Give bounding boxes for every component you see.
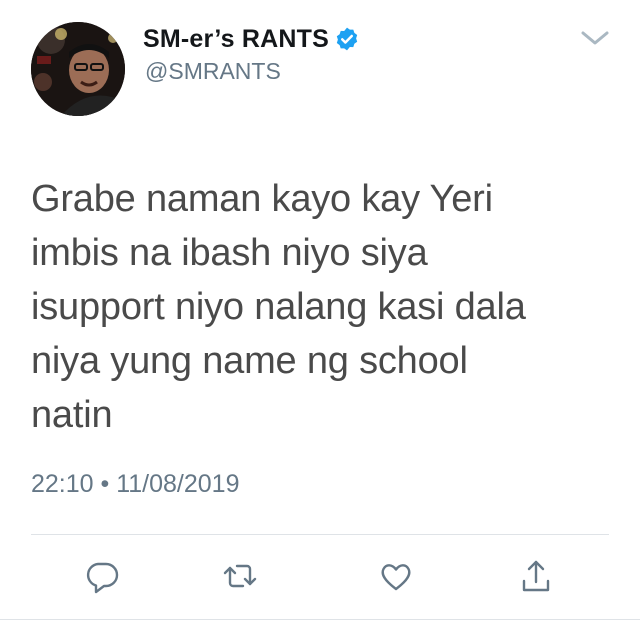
tweet-card: SM-er’s RANTS @SMRANTS Grabe naman kayo …	[0, 0, 640, 625]
avatar[interactable]	[31, 22, 125, 116]
tweet-text: Grabe naman kayo kay Yeri imbis na ibash…	[31, 172, 611, 442]
avatar-image	[31, 22, 125, 116]
bottom-divider	[0, 619, 640, 620]
display-name-text: SM-er’s RANTS	[143, 25, 329, 53]
tweet-actions	[0, 556, 640, 606]
reply-icon	[86, 562, 119, 594]
tweet-text-line: Grabe naman kayo kay Yeri	[31, 178, 493, 220]
display-name[interactable]: SM-er’s RANTS	[143, 22, 360, 56]
share-icon	[522, 560, 550, 592]
verified-badge-icon	[334, 26, 360, 52]
reply-button[interactable]	[82, 556, 122, 596]
tweet-text-line: isupport niyo nalang kasi dala	[31, 286, 526, 328]
tweet-text-line: natin	[31, 394, 113, 436]
retweet-button[interactable]	[220, 556, 260, 596]
like-button[interactable]	[376, 556, 416, 596]
share-button[interactable]	[516, 556, 556, 596]
tweet-text-line: imbis na ibash niyo siya	[31, 232, 428, 274]
tweet-timestamp[interactable]: 22:10 • 11/08/2019	[31, 467, 239, 501]
heart-icon	[381, 564, 411, 591]
user-handle[interactable]: @SMRANTS	[145, 56, 281, 86]
tweet-text-line: niya yung name ng school	[31, 340, 468, 382]
divider	[31, 534, 609, 535]
chevron-down-icon[interactable]	[580, 28, 610, 48]
retweet-icon	[223, 564, 257, 588]
